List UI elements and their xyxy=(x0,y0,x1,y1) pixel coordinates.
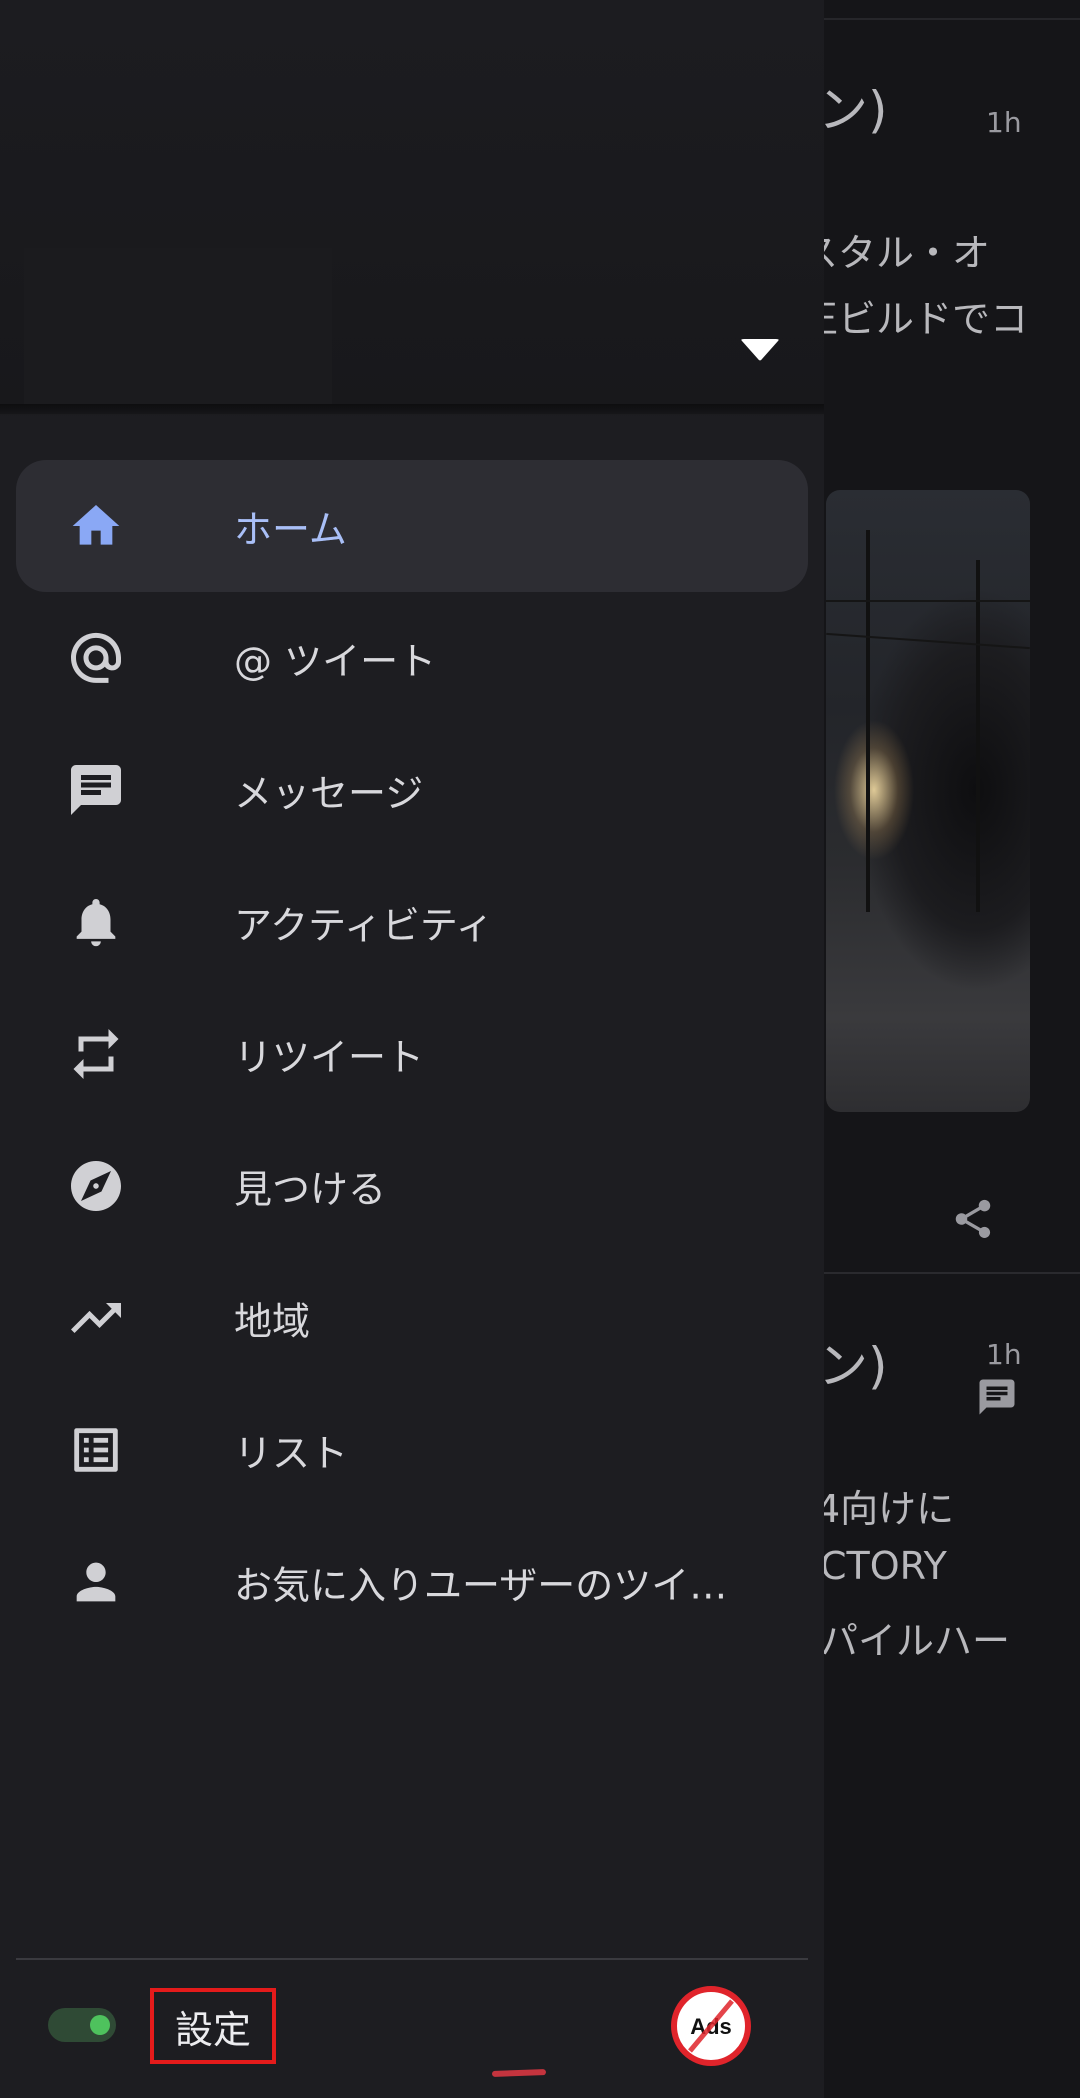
bell-icon xyxy=(66,892,126,952)
tweet-divider xyxy=(824,1272,1080,1274)
nav-item-activity[interactable]: アクティビティ xyxy=(16,856,808,988)
home-icon xyxy=(66,496,126,556)
settings-label: 設定 xyxy=(174,2007,251,2052)
nav-item-label: アクティビティ xyxy=(234,903,494,948)
drawer-nav-list: ホーム @ ツイート メッセージ アクティビティ リツイート 見つける 地域 リ… xyxy=(16,460,808,1648)
profile-banner-placeholder xyxy=(24,248,332,404)
nav-item-retweets[interactable]: リツイート xyxy=(16,988,808,1120)
tweet-2-timestamp: 1h xyxy=(986,1338,1022,1371)
share-icon[interactable] xyxy=(950,1196,996,1242)
nav-item-label: 地域 xyxy=(234,1299,311,1344)
remove-ads-button[interactable]: Ads xyxy=(670,1985,752,2067)
theme-toggle-switch[interactable] xyxy=(48,2008,116,2042)
nav-item-label: お気に入りユーザーのツイート xyxy=(234,1563,754,1608)
nav-item-label: メッセージ xyxy=(234,771,424,816)
message-icon xyxy=(66,760,126,820)
at-icon xyxy=(66,628,126,688)
retweet-icon xyxy=(66,1024,126,1084)
footer-divider xyxy=(16,1958,808,1960)
nav-item-label: リツイート xyxy=(234,1035,425,1080)
tweet-2-text-line-1: 4向けに xyxy=(816,1487,955,1531)
nav-item-messages[interactable]: メッセージ xyxy=(16,724,808,856)
account-switch-toggle[interactable] xyxy=(734,330,786,370)
header-shadow xyxy=(0,404,824,416)
nav-item-discover[interactable]: 見つける xyxy=(16,1120,808,1252)
nav-item-mentions[interactable]: @ ツイート xyxy=(16,592,808,724)
nav-item-favorites[interactable]: お気に入りユーザーのツイート xyxy=(16,1516,808,1648)
settings-button[interactable]: 設定 xyxy=(150,1988,276,2064)
tweet-1-text-line-2: 正ビルドでコ xyxy=(800,297,1029,341)
caret-down-icon xyxy=(741,339,779,361)
nav-item-label: @ ツイート xyxy=(234,639,437,684)
trending-icon xyxy=(66,1288,126,1348)
toggle-knob xyxy=(90,2015,110,2035)
timeline-top-divider xyxy=(824,18,1080,20)
person-icon xyxy=(66,1552,126,1612)
tweet-1-text-line-1: スタル・オ xyxy=(800,231,991,275)
tweet-2-text-line-2: CTORY xyxy=(820,1544,947,1588)
nav-item-lists[interactable]: リスト xyxy=(16,1384,808,1516)
compass-icon xyxy=(66,1156,126,1216)
tweet-2-author-fragment: ン) xyxy=(818,1337,888,1395)
nav-item-label: 見つける xyxy=(234,1167,387,1212)
tweet-1-media-image[interactable] xyxy=(826,490,1030,1112)
reply-indicator-icon xyxy=(979,1379,1015,1415)
tweet-1-author-fragment: ン) xyxy=(818,81,888,139)
no-ads-icon: Ads xyxy=(671,1986,751,2066)
nav-item-label: リスト xyxy=(234,1431,349,1476)
nav-item-home[interactable]: ホーム xyxy=(16,460,808,592)
list-icon xyxy=(66,1420,126,1480)
drawer-header xyxy=(0,0,824,414)
annotation-mark xyxy=(491,2069,547,2077)
navigation-drawer: ホーム @ ツイート メッセージ アクティビティ リツイート 見つける 地域 リ… xyxy=(0,0,824,2098)
nav-item-trends[interactable]: 地域 xyxy=(16,1252,808,1384)
tweet-1-timestamp: 1h xyxy=(986,106,1022,139)
nav-item-label: ホーム xyxy=(234,507,347,552)
tweet-2-text-line-3: パイルハー xyxy=(820,1619,1011,1663)
